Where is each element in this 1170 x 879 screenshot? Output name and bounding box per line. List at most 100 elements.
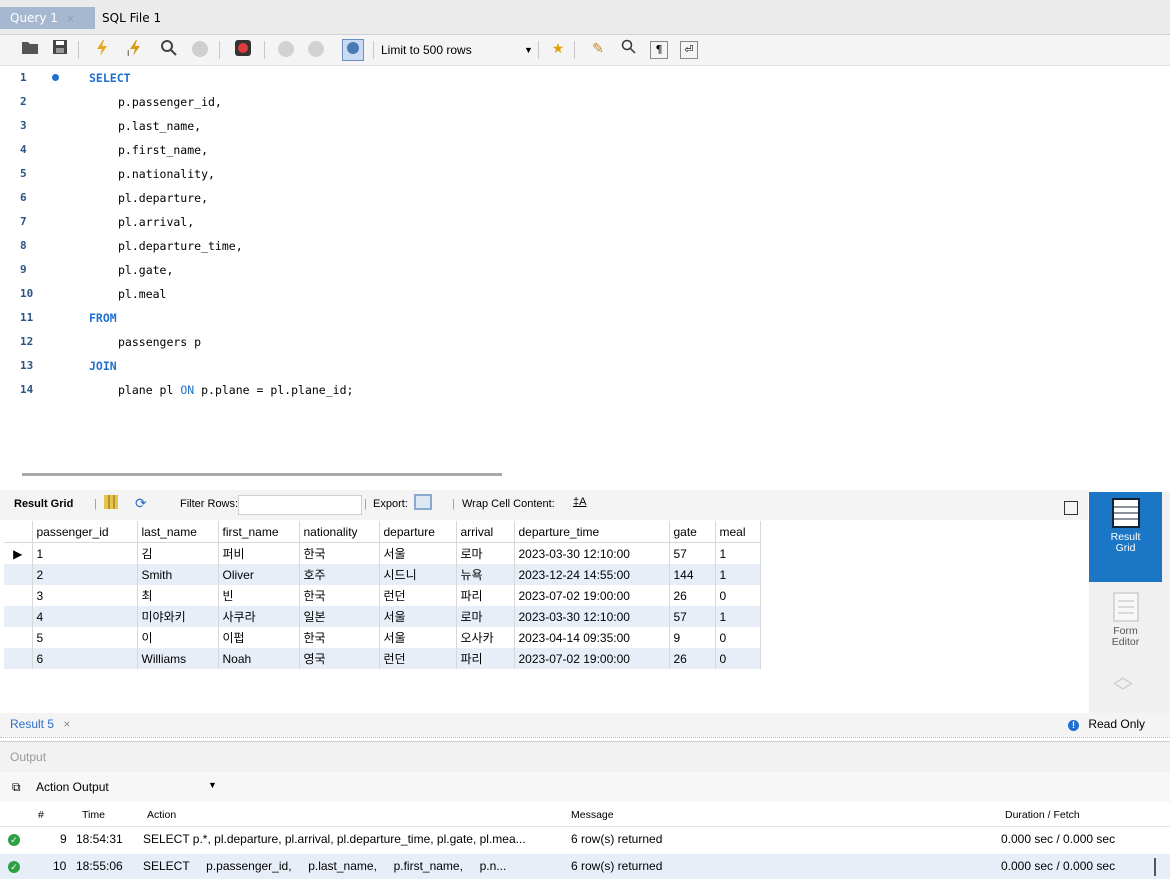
- grid-cell[interactable]: 호주: [299, 564, 380, 585]
- grid-cell[interactable]: 26: [669, 585, 716, 606]
- grid-cell[interactable]: 파리: [456, 648, 515, 669]
- column-header[interactable]: Duration / Fetch: [1005, 809, 1080, 821]
- autocommit-icon[interactable]: [342, 39, 364, 61]
- grid-cell[interactable]: 런던: [379, 648, 457, 669]
- wrap-cell-icon[interactable]: ‡A: [573, 496, 586, 508]
- table-row[interactable]: ▶ 1 김 퍼비 한국 서울 로마 2023-03-30 12:10:00 57 1: [4, 542, 761, 564]
- grid-cell[interactable]: 서울: [379, 606, 457, 627]
- execute-current-icon[interactable]: I: [125, 39, 145, 59]
- open-folder-icon[interactable]: [20, 39, 40, 59]
- table-row[interactable]: 6 Williams Noah 영국 런던 파리 2023-07-02 19:00:00 26…: [4, 648, 761, 669]
- grid-cell[interactable]: 26: [669, 648, 716, 669]
- column-header[interactable]: Action: [147, 809, 176, 821]
- column-header[interactable]: departure: [379, 521, 457, 543]
- grid-cell[interactable]: 2023-07-02 19:00:00: [514, 648, 670, 669]
- editor-scrollbar[interactable]: [22, 473, 502, 476]
- grid-cell[interactable]: 이펍: [218, 627, 300, 648]
- grid-cell[interactable]: 5: [32, 627, 138, 648]
- grid-cell[interactable]: 빈: [218, 585, 300, 606]
- tab-result-5[interactable]: Result 5 ×: [10, 717, 70, 731]
- sql-editor[interactable]: 1 SELECT 2 p.passenger_id, 3 p.last_name, …: [0, 66, 1170, 466]
- panel-toggle-icon[interactable]: [1064, 501, 1078, 515]
- column-header[interactable]: departure_time: [514, 521, 670, 543]
- close-icon[interactable]: ×: [63, 717, 70, 731]
- grid-view-icon[interactable]: [104, 495, 118, 512]
- grid-cell[interactable]: 일본: [299, 606, 380, 627]
- grid-cell[interactable]: 1: [32, 542, 138, 564]
- column-header[interactable]: Message: [571, 809, 614, 821]
- grid-cell[interactable]: 1: [715, 606, 761, 627]
- grid-cell[interactable]: 9: [669, 627, 716, 648]
- grid-cell[interactable]: 0: [715, 648, 761, 669]
- column-header[interactable]: meal: [715, 521, 761, 543]
- column-header[interactable]: last_name: [137, 521, 219, 543]
- table-row[interactable]: 5 이 이펍 한국 서울 오사카 2023-04-14 09:35:00 9 0: [4, 627, 761, 648]
- grid-cell[interactable]: 6: [32, 648, 138, 669]
- find-icon[interactable]: [619, 39, 639, 59]
- grid-cell[interactable]: 영국: [299, 648, 380, 669]
- limit-rows-select[interactable]: Limit to 500 rows ▼: [381, 40, 537, 60]
- grid-cell[interactable]: 미야와키: [137, 606, 219, 627]
- grid-cell[interactable]: 김: [137, 542, 219, 564]
- grid-cell[interactable]: 서울: [379, 627, 457, 648]
- grid-cell[interactable]: 서울: [379, 542, 457, 564]
- tab-sql-file-1[interactable]: SQL File 1: [92, 7, 171, 29]
- table-row[interactable]: 3 최 빈 한국 런던 파리 2023-07-02 19:00:00 26 0: [4, 585, 761, 606]
- beautify-icon[interactable]: ✎: [588, 39, 608, 59]
- grid-cell[interactable]: 런던: [379, 585, 457, 606]
- grid-cell[interactable]: 뉴욕: [456, 564, 515, 585]
- grid-cell[interactable]: 시드니: [379, 564, 457, 585]
- grid-cell[interactable]: 최: [137, 585, 219, 606]
- grid-cell[interactable]: Williams: [137, 648, 219, 669]
- invisible-chars-icon[interactable]: ¶: [650, 41, 668, 59]
- grid-cell[interactable]: 로마: [456, 606, 515, 627]
- toggle-error-icon[interactable]: [233, 39, 253, 59]
- grid-cell[interactable]: 한국: [299, 585, 380, 606]
- rollback-icon[interactable]: [306, 39, 326, 59]
- form-editor-button[interactable]: Form Editor: [1089, 584, 1162, 654]
- grid-cell[interactable]: 2023-03-30 12:10:00: [514, 542, 670, 564]
- grid-cell[interactable]: Oliver: [218, 564, 300, 585]
- commit-icon[interactable]: [276, 39, 296, 59]
- scroll-arrows-icon[interactable]: ︿ ﹀: [1113, 666, 1133, 702]
- tab-query-1[interactable]: Query 1 ×: [0, 7, 95, 29]
- grid-cell[interactable]: 1: [715, 542, 761, 564]
- action-output-select[interactable]: Action Output ▼: [36, 780, 226, 794]
- table-row[interactable]: 2 Smith Oliver 호주 시드니 뉴욕 2023-12-24 14:55:00 14…: [4, 564, 761, 585]
- stop-icon[interactable]: [190, 39, 210, 59]
- grid-cell[interactable]: 2023-07-02 19:00:00: [514, 585, 670, 606]
- grid-cell[interactable]: 3: [32, 585, 138, 606]
- wrap-icon[interactable]: ⏎: [680, 41, 698, 59]
- grid-cell[interactable]: 0: [715, 627, 761, 648]
- column-header[interactable]: Time: [82, 809, 105, 821]
- save-icon[interactable]: [50, 39, 70, 59]
- grid-cell[interactable]: 한국: [299, 542, 380, 564]
- grid-cell[interactable]: 파리: [456, 585, 515, 606]
- column-header[interactable]: gate: [669, 521, 716, 543]
- grid-cell[interactable]: 144: [669, 564, 716, 585]
- grid-cell[interactable]: 사쿠라: [218, 606, 300, 627]
- bookmark-icon[interactable]: ★: [548, 39, 568, 59]
- output-scrollbar[interactable]: [1154, 858, 1156, 876]
- copy-icon[interactable]: ⧉: [12, 780, 21, 795]
- column-header[interactable]: #: [38, 809, 44, 821]
- grid-cell[interactable]: 2023-03-30 12:10:00: [514, 606, 670, 627]
- grid-cell[interactable]: 2023-04-14 09:35:00: [514, 627, 670, 648]
- grid-cell[interactable]: 2023-12-24 14:55:00: [514, 564, 670, 585]
- export-icon[interactable]: [414, 494, 432, 513]
- table-row[interactable]: 4 미야와키 사쿠라 일본 서울 로마 2023-03-30 12:10:00 57 1: [4, 606, 761, 627]
- result-grid[interactable]: passenger_id last_name first_name nation…: [4, 521, 780, 669]
- result-grid-button[interactable]: Result Grid: [1089, 492, 1162, 582]
- grid-cell[interactable]: 57: [669, 606, 716, 627]
- grid-cell[interactable]: 1: [715, 564, 761, 585]
- explain-icon[interactable]: [159, 39, 179, 59]
- grid-cell[interactable]: 퍼비: [218, 542, 300, 564]
- filter-rows-input[interactable]: [238, 495, 362, 515]
- grid-cell[interactable]: 57: [669, 542, 716, 564]
- grid-cell[interactable]: 4: [32, 606, 138, 627]
- output-row[interactable]: ✓ 9 18:54:31 SELECT p.*, pl.departure, p…: [0, 827, 1170, 852]
- grid-cell[interactable]: 0: [715, 585, 761, 606]
- close-icon[interactable]: ×: [66, 12, 75, 25]
- grid-cell[interactable]: 한국: [299, 627, 380, 648]
- grid-cell[interactable]: 로마: [456, 542, 515, 564]
